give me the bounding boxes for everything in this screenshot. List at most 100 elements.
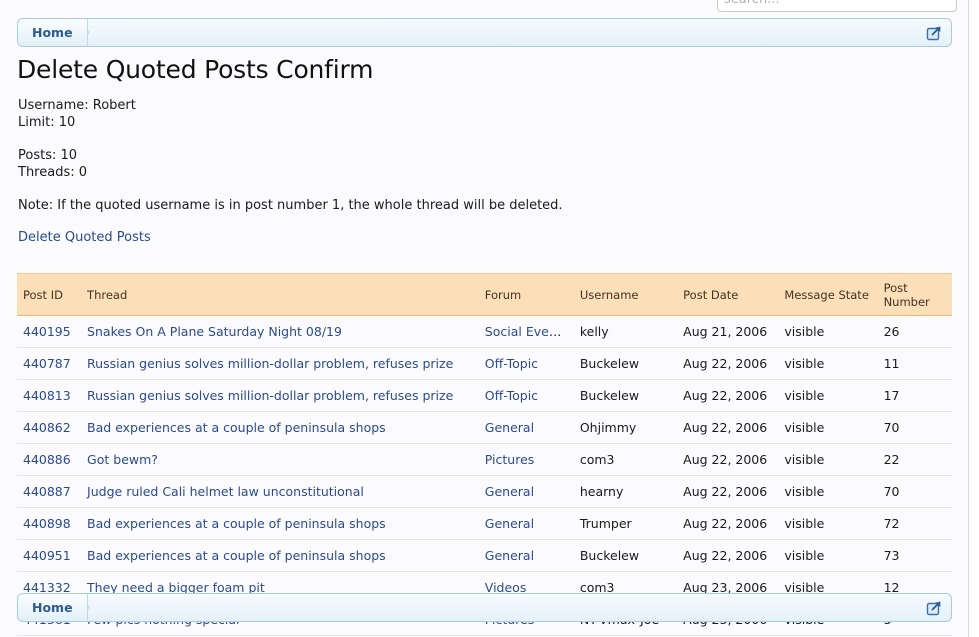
cell-post-date: Aug 22, 2006 (677, 443, 779, 476)
cell-thread[interactable]: Bad experiences at a couple of peninsula… (81, 507, 479, 540)
cell-thread[interactable]: Russian genius solves million-dollar pro… (81, 379, 479, 412)
column-header-forum: Forum (478, 273, 574, 316)
counts-meta: Posts: 10 Threads: 0 (18, 147, 87, 181)
cell-forum[interactable]: Social Events (478, 315, 574, 348)
breadcrumb-bottom: Home (17, 593, 952, 622)
table-row: 440862 Bad experiences at a couple of pen… (17, 411, 952, 444)
cell-forum-link[interactable]: General (485, 484, 534, 499)
cell-post-number: 70 (877, 411, 952, 444)
cell-post-number: 72 (877, 507, 952, 540)
cell-username: hearny (573, 475, 678, 508)
cell-forum[interactable]: Pictures (478, 443, 574, 476)
cell-post-id-link[interactable]: 440195 (23, 324, 71, 339)
cell-post-date: Aug 22, 2006 (677, 539, 779, 572)
cell-forum[interactable]: Off-Topic (478, 347, 574, 380)
cell-post-id[interactable]: 440813 (17, 379, 82, 412)
cell-thread-link[interactable]: Got bewm? (87, 452, 158, 467)
cell-post-date: Aug 22, 2006 (677, 411, 779, 444)
cell-forum[interactable]: General (478, 507, 574, 540)
cell-post-number: 70 (877, 475, 952, 508)
cell-thread[interactable]: Snakes On A Plane Saturday Night 08/19 (81, 315, 479, 348)
threads-count-line: Threads: 0 (18, 165, 88, 180)
posts-table: Post ID Thread Forum Username Post Date … (17, 273, 952, 636)
page-title: Delete Quoted Posts Confirm (17, 55, 374, 84)
cell-post-id-link[interactable]: 440813 (23, 388, 71, 403)
cell-username: kelly (573, 315, 678, 348)
column-header-post-number: Post Number (877, 273, 952, 316)
breadcrumb-top: Home (17, 18, 952, 47)
cell-thread[interactable]: Bad experiences at a couple of peninsula… (81, 539, 479, 572)
cell-forum-link[interactable]: Off-Topic (485, 388, 538, 403)
cell-thread-link[interactable]: Judge ruled Cali helmet law unconstituti… (87, 484, 364, 499)
cell-message-state: visible (778, 347, 878, 380)
cell-post-id[interactable]: 440951 (17, 539, 82, 572)
cell-forum-link[interactable]: General (485, 420, 534, 435)
cell-thread-link[interactable]: Snakes On A Plane Saturday Night 08/19 (87, 324, 342, 339)
cell-post-id-link[interactable]: 440787 (23, 356, 71, 371)
cell-post-number: 11 (877, 347, 952, 380)
cell-post-number: 26 (877, 315, 952, 348)
external-link-icon[interactable] (926, 599, 943, 616)
cell-message-state: visible (778, 411, 878, 444)
cell-post-id[interactable]: 440886 (17, 443, 82, 476)
cell-forum[interactable]: Off-Topic (478, 379, 574, 412)
table-row: 440886 Got bewm? Pictures com3 Aug 22, 2006 v… (17, 443, 952, 476)
cell-forum[interactable]: General (478, 539, 574, 572)
cell-username: Buckelew (573, 347, 678, 380)
cell-post-id[interactable]: 440887 (17, 475, 82, 508)
cell-thread-link[interactable]: Bad experiences at a couple of peninsula… (87, 516, 386, 531)
cell-forum-link[interactable]: General (485, 548, 534, 563)
table-row: 440898 Bad experiences at a couple of pen… (17, 507, 952, 540)
cell-message-state: visible (778, 443, 878, 476)
cell-thread[interactable]: Judge ruled Cali helmet law unconstituti… (81, 475, 479, 508)
cell-post-id-link[interactable]: 440862 (23, 420, 71, 435)
cell-post-number: 22 (877, 443, 952, 476)
cell-message-state: visible (778, 539, 878, 572)
cell-post-id-link[interactable]: 440887 (23, 484, 71, 499)
table-header-row: Post ID Thread Forum Username Post Date … (17, 273, 952, 316)
cell-forum-link[interactable]: Off-Topic (485, 356, 538, 371)
cell-post-id[interactable]: 440195 (17, 315, 82, 348)
column-header-post-id: Post ID (17, 273, 82, 316)
note-text: Note: If the quoted username is in post … (18, 198, 563, 213)
external-link-icon[interactable] (926, 24, 943, 41)
column-header-post-date: Post Date (677, 273, 779, 316)
cell-post-date: Aug 22, 2006 (677, 507, 779, 540)
cell-thread[interactable]: Russian genius solves million-dollar pro… (81, 347, 479, 380)
breadcrumb-item-home[interactable]: Home (18, 19, 88, 46)
cell-post-id-link[interactable]: 440951 (23, 548, 71, 563)
cell-thread[interactable]: Bad experiences at a couple of peninsula… (81, 411, 479, 444)
cell-username: Buckelew (573, 379, 678, 412)
column-header-thread: Thread (81, 273, 479, 316)
cell-thread[interactable]: Got bewm? (81, 443, 479, 476)
cell-thread-link[interactable]: Bad experiences at a couple of peninsula… (87, 548, 386, 563)
cell-post-id-link[interactable]: 440886 (23, 452, 71, 467)
cell-message-state: visible (778, 379, 878, 412)
search-input[interactable] (717, 0, 957, 12)
breadcrumb-item-home-bottom[interactable]: Home (18, 594, 88, 621)
cell-thread-link[interactable]: Russian genius solves million-dollar pro… (87, 388, 453, 403)
cell-thread-link[interactable]: Russian genius solves million-dollar pro… (87, 356, 453, 371)
cell-forum[interactable]: General (478, 475, 574, 508)
cell-post-id-link[interactable]: 440898 (23, 516, 71, 531)
posts-count-line: Posts: 10 (18, 148, 78, 163)
cell-thread-link[interactable]: Bad experiences at a couple of peninsula… (87, 420, 386, 435)
cell-post-id[interactable]: 440787 (17, 347, 82, 380)
limit-line: Limit: 10 (18, 115, 76, 130)
cell-post-id[interactable]: 440898 (17, 507, 82, 540)
cell-username: Trumper (573, 507, 678, 540)
cell-post-date: Aug 21, 2006 (677, 315, 779, 348)
delete-quoted-posts-link[interactable]: Delete Quoted Posts (18, 230, 151, 245)
cell-username: Buckelew (573, 539, 678, 572)
cell-username: com3 (573, 443, 678, 476)
table-row: 440787 Russian genius solves million-doll… (17, 347, 952, 380)
cell-forum-link[interactable]: General (485, 516, 534, 531)
column-header-username: Username (573, 273, 678, 316)
cell-post-number: 73 (877, 539, 952, 572)
username-line: Username: Robert (18, 98, 136, 113)
cell-message-state: visible (778, 315, 878, 348)
cell-post-id[interactable]: 440862 (17, 411, 82, 444)
cell-forum-link[interactable]: Social Events (485, 324, 568, 339)
cell-forum-link[interactable]: Pictures (485, 452, 535, 467)
cell-forum[interactable]: General (478, 411, 574, 444)
